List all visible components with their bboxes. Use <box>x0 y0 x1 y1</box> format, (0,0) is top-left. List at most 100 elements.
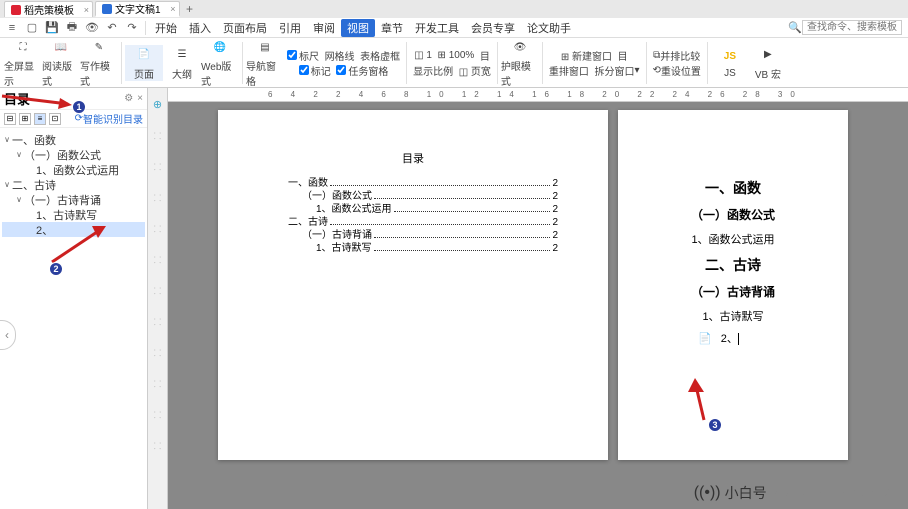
ribbon-reading[interactable]: 📖阅读版式 <box>42 37 80 88</box>
zoom-scale-button[interactable]: 显示比例 <box>413 63 453 78</box>
open-icon[interactable]: ▢ <box>24 20 40 36</box>
heading[interactable]: 二、古诗 <box>648 255 818 275</box>
redo-icon[interactable]: ↷ <box>124 20 140 36</box>
zoom-100-button[interactable]: ⊞ 100% <box>438 50 475 61</box>
arrange-windows-icon[interactable]: 目 <box>618 48 628 63</box>
toc-page: 2 <box>552 243 558 254</box>
page-2-content[interactable]: 一、函数 （一）函数公式 1、函数公式运用二、古诗 （一）古诗背诵 1、古诗默写 📄 2… <box>618 110 848 460</box>
ribbon-navigation-pane[interactable]: ▤导航窗格 <box>246 37 284 88</box>
tree-toggle-icon[interactable]: ∨ <box>14 195 24 204</box>
heading[interactable]: （一）古诗背诵 <box>648 283 818 300</box>
gutter-handle-icon[interactable]: ⸬ <box>154 346 161 359</box>
gutter-handle-icon[interactable]: ⸬ <box>154 191 161 204</box>
ribbon-js[interactable]: JSJS <box>711 47 749 79</box>
menu-view[interactable]: 视图 <box>341 19 375 37</box>
multi-page-button[interactable]: 目 <box>480 48 490 63</box>
preview-icon[interactable]: 👁 <box>84 20 100 36</box>
heading[interactable]: （一）函数公式 <box>648 206 818 223</box>
tree-toggle-icon[interactable]: ∨ <box>2 180 12 189</box>
ribbon-outline[interactable]: ☰大纲 <box>163 45 201 81</box>
separator <box>145 21 146 35</box>
heading[interactable]: 一、函数 <box>648 178 818 198</box>
ribbon-fullscreen[interactable]: ⛶全屏显示 <box>4 37 42 88</box>
gutter-handle-icon[interactable]: ⸬ <box>154 377 161 390</box>
tree-item[interactable]: ∨（一）古诗背诵 <box>2 192 145 207</box>
tab-document[interactable]: 文字文稿1 × <box>95 1 180 17</box>
ribbon-writing[interactable]: ✎写作模式 <box>80 37 118 88</box>
nav-settings-icon[interactable]: ⚙ <box>124 93 133 104</box>
nav-pane-icon: ▤ <box>255 37 275 57</box>
menu-review[interactable]: 审阅 <box>307 20 341 36</box>
page-1-toc[interactable]: 目录 一、函数2（一）函数公式21、函数公式运用2二、古诗2（一）古诗背诵21、… <box>218 110 608 460</box>
watermark: ((•)) 小白号 XIAOBAIHAO.COM <box>686 479 900 507</box>
app-menu-icon[interactable]: ≡ <box>4 20 20 36</box>
gutter-handle-icon[interactable]: ⸬ <box>154 315 161 328</box>
menu-references[interactable]: 引用 <box>273 20 307 36</box>
toc-entry[interactable]: 一、函数2 <box>268 174 558 187</box>
tree-item[interactable]: 1、函数公式运用 <box>2 162 145 177</box>
new-window-button[interactable]: ⊞ 新建窗口 <box>561 48 612 63</box>
gutter-handle-icon[interactable]: ⸬ <box>154 222 161 235</box>
broadcast-icon: ((•)) <box>694 484 721 502</box>
page-width-button[interactable]: ◫ 页宽 <box>459 63 491 78</box>
pages-container[interactable]: 目录 一、函数2（一）函数公式21、函数公式运用2二、古诗2（一）古诗背诵21、… <box>168 102 908 509</box>
horizontal-ruler[interactable]: 6 4 2 2 4 6 8 10 12 14 16 18 20 22 24 26… <box>168 88 908 102</box>
watermark-brand: 小白号 <box>725 483 767 503</box>
toc-page: 2 <box>552 217 558 228</box>
menu-layout[interactable]: 页面布局 <box>217 20 273 36</box>
gutter-handle-icon[interactable]: ⸬ <box>154 160 161 173</box>
ruler-checkbox[interactable] <box>287 50 297 60</box>
toc-entry[interactable]: 二、古诗2 <box>268 213 558 226</box>
reading-icon: 📖 <box>51 37 71 57</box>
gutter-plus-icon[interactable]: ⊕ <box>153 98 162 111</box>
writing-icon: ✎ <box>89 37 109 57</box>
heading[interactable]: 1、函数公式运用 <box>648 231 818 247</box>
split-window-button[interactable]: 拆分窗口 <box>594 63 634 78</box>
ribbon: ⛶全屏显示 📖阅读版式 ✎写作模式 📄页面 ☰大纲 🌐Web版式 ▤导航窗格 标… <box>0 38 908 88</box>
ribbon-web[interactable]: 🌐Web版式 <box>201 37 239 88</box>
smart-toc-button[interactable]: ⟳智能识别目录 <box>75 111 143 126</box>
gutter-handle-icon[interactable]: ⸬ <box>154 284 161 297</box>
nav-close-icon[interactable]: × <box>137 93 143 104</box>
print-icon[interactable]: 🖶 <box>64 20 80 36</box>
gutter-handle-icon[interactable]: ⸬ <box>154 408 161 421</box>
save-icon[interactable]: 💾 <box>44 20 60 36</box>
reset-position-button[interactable]: ⟲ <box>653 65 661 76</box>
cursor-line[interactable]: 📄 2、 <box>648 330 818 346</box>
ribbon-vb[interactable]: ▶VB 宏 <box>749 45 787 81</box>
gutter-handle-icon[interactable]: ⸬ <box>154 253 161 266</box>
toc-page: 2 <box>552 230 558 241</box>
annotation-arrow-2 <box>50 224 120 264</box>
menubar: ≡ ▢ 💾 🖶 👁 ↶ ↷ 开始 插入 页面布局 引用 审阅 视图 章节 开发工… <box>0 18 908 38</box>
taskpane-checkbox[interactable] <box>336 65 346 75</box>
menu-thesis[interactable]: 论文助手 <box>521 20 577 36</box>
tree-item[interactable]: ∨二、古诗 <box>2 177 145 192</box>
tree-item[interactable]: 1、古诗默写 <box>2 207 145 222</box>
toc-entry[interactable]: （一）古诗背诵2 <box>268 226 558 239</box>
tab-add-button[interactable]: + <box>182 2 198 16</box>
marks-checkbox[interactable] <box>299 65 309 75</box>
gutter-handle-icon[interactable]: ⸬ <box>154 129 161 142</box>
menu-insert[interactable]: 插入 <box>183 20 217 36</box>
tab-close-icon[interactable]: × <box>84 5 89 15</box>
undo-icon[interactable]: ↶ <box>104 20 120 36</box>
side-by-side-button[interactable]: ⧉ <box>653 50 660 61</box>
tab-templates[interactable]: 稻壳策模板 × <box>4 1 93 17</box>
navigation-pane: 目录 ⚙ × ⊟ ⊞ ≡ ⊡ ⟳智能识别目录 ∨一、函数∨（一）函数公式1、函数… <box>0 88 148 509</box>
gutter-handle-icon[interactable]: ⸬ <box>154 439 161 452</box>
menu-devtools[interactable]: 开发工具 <box>409 20 465 36</box>
ribbon-page[interactable]: 📄页面 <box>125 45 163 81</box>
command-search-input[interactable] <box>802 20 902 35</box>
annotation-circle-2: 2 <box>49 262 63 276</box>
toc-entry[interactable]: （一）函数公式2 <box>268 187 558 200</box>
tab-close-icon[interactable]: × <box>170 4 175 14</box>
single-page-button[interactable]: ◫ 1 <box>414 50 432 61</box>
menu-start[interactable]: 开始 <box>149 20 183 36</box>
menu-section[interactable]: 章节 <box>375 20 409 36</box>
text-cursor <box>738 333 739 345</box>
rearrange-button[interactable]: 重排窗口 <box>549 63 589 78</box>
ribbon-eye-protect[interactable]: 👁护眼模式 <box>501 37 539 88</box>
toc-leader <box>330 216 550 225</box>
heading[interactable]: 1、古诗默写 <box>648 308 818 324</box>
menu-vip[interactable]: 会员专享 <box>465 20 521 36</box>
